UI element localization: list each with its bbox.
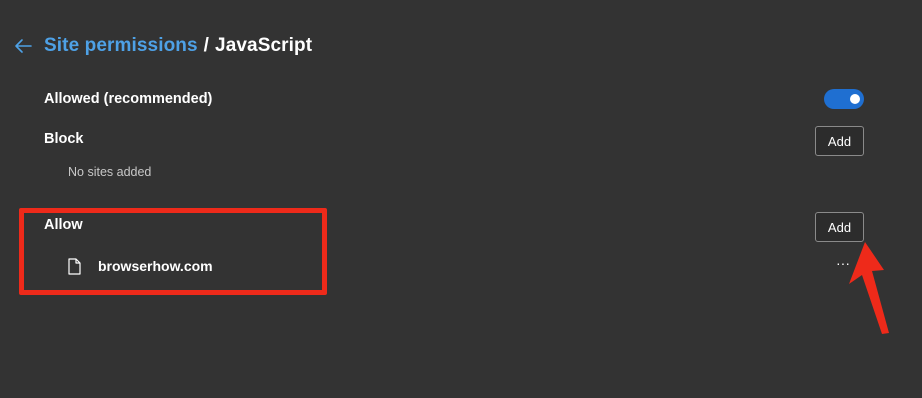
- arrow-left-icon: [15, 39, 32, 53]
- annotation-arrow-icon: [849, 242, 889, 334]
- block-add-button[interactable]: Add: [815, 126, 864, 156]
- breadcrumb-separator: /: [203, 35, 210, 56]
- page-header: Site permissions / JavaScript: [12, 32, 312, 60]
- toggle-knob: [850, 94, 860, 104]
- allowed-toggle[interactable]: [824, 89, 864, 109]
- back-button[interactable]: [12, 35, 34, 57]
- list-item: browserhow.com: [68, 254, 213, 278]
- breadcrumb: Site permissions / JavaScript: [44, 35, 312, 57]
- block-label: Block: [44, 131, 84, 147]
- file-icon: [68, 257, 81, 275]
- site-name: browserhow.com: [98, 258, 213, 274]
- block-empty-text: No sites added: [68, 165, 152, 179]
- breadcrumb-site-permissions[interactable]: Site permissions: [44, 35, 198, 56]
- page-title: JavaScript: [215, 35, 313, 56]
- allow-label: Allow: [44, 217, 83, 233]
- allowed-label: Allowed (recommended): [44, 91, 213, 107]
